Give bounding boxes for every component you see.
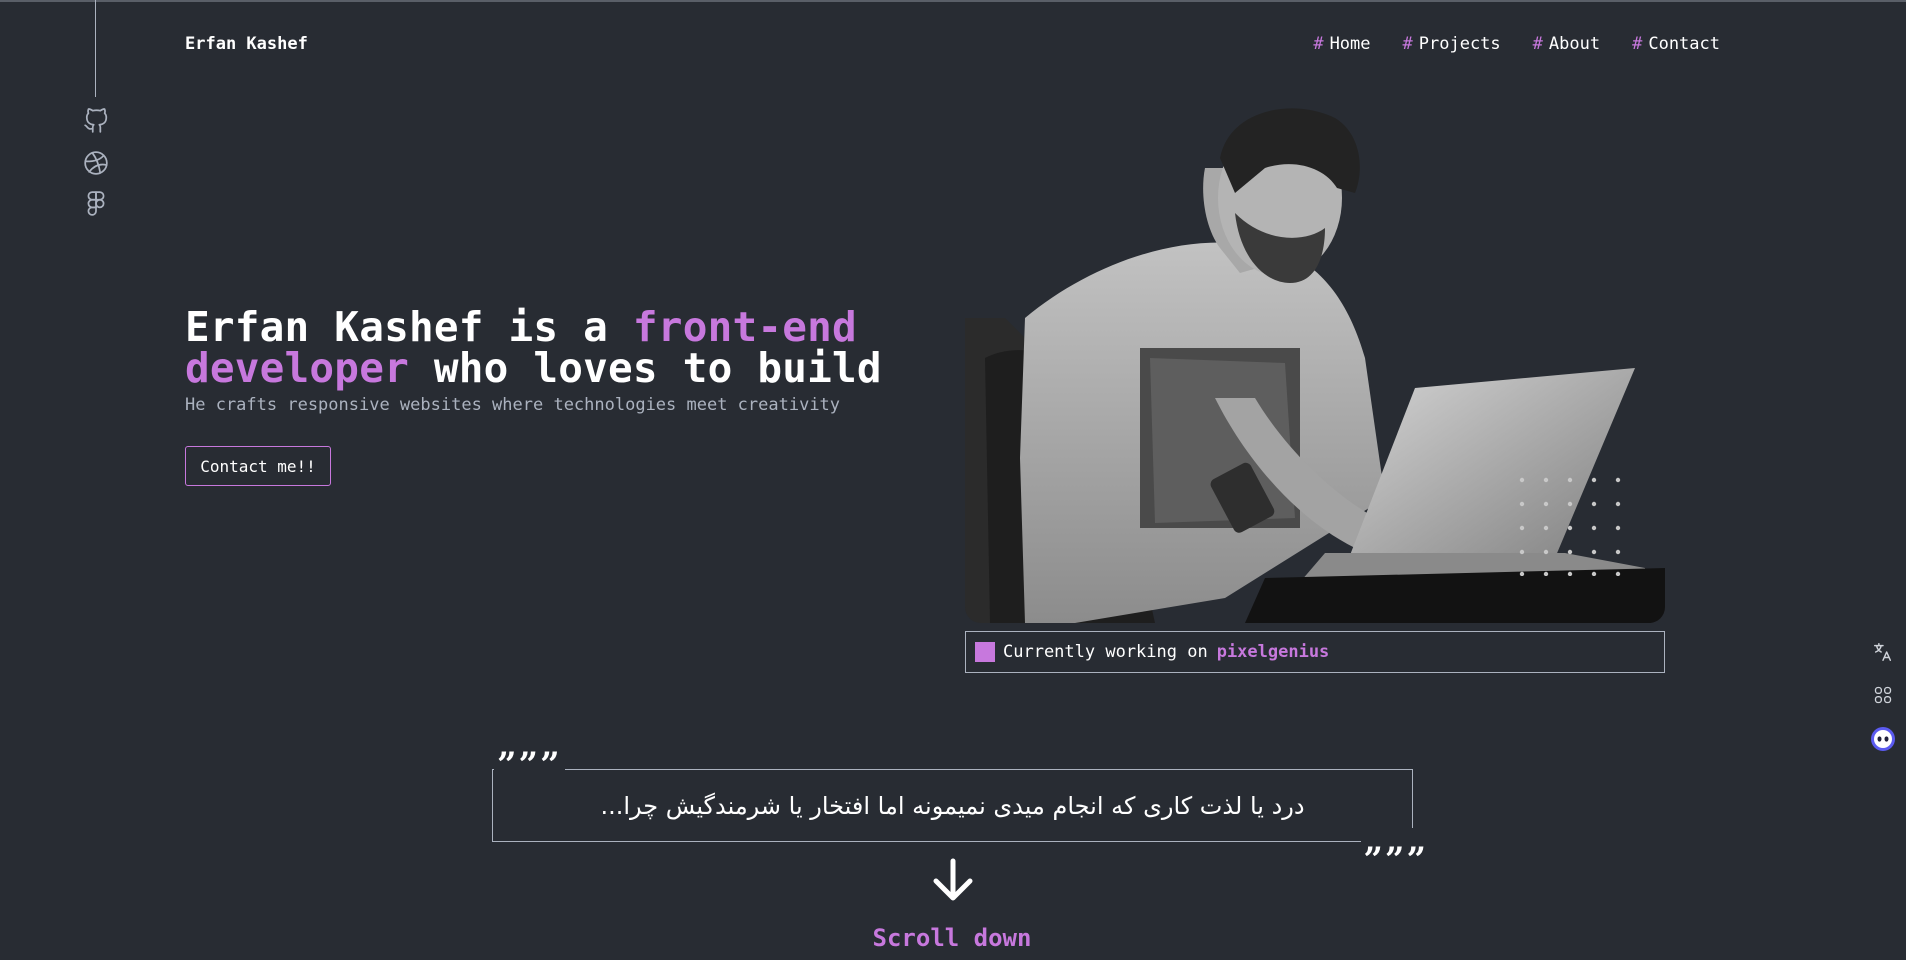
dribbble-icon[interactable] bbox=[81, 148, 111, 178]
translate-icon[interactable] bbox=[1868, 637, 1898, 667]
currently-working-status: Currently working on pixelgenius bbox=[965, 631, 1665, 673]
contact-me-button[interactable]: Contact me!! bbox=[185, 446, 331, 486]
window-top-border bbox=[0, 0, 1906, 2]
quote-text: درد یا لذت کاری که انجام میدی نمیمونه ام… bbox=[600, 791, 1305, 820]
hero-headline: Erfan Kashef is a front-end developer wh… bbox=[185, 307, 905, 389]
figma-icon[interactable] bbox=[81, 188, 111, 218]
nav-contact[interactable]: # Contact bbox=[1632, 34, 1720, 54]
decorative-dot-grid bbox=[1519, 477, 1621, 576]
nav-hash: # bbox=[1632, 34, 1643, 54]
nav-home-label: Home bbox=[1329, 34, 1371, 54]
site-logo[interactable]: Erfan Kashef bbox=[185, 34, 308, 54]
nav-hash: # bbox=[1313, 34, 1324, 54]
nav-about-label: About bbox=[1548, 34, 1601, 54]
nav-contact-label: Contact bbox=[1648, 34, 1720, 54]
nav-projects[interactable]: # Projects bbox=[1403, 34, 1501, 54]
nav-home[interactable]: # Home bbox=[1313, 34, 1370, 54]
scroll-down-label[interactable]: Scroll down bbox=[872, 924, 1032, 952]
arrow-down-icon[interactable] bbox=[930, 857, 976, 907]
status-label: Currently working on bbox=[1003, 642, 1208, 662]
apps-icon[interactable] bbox=[1868, 680, 1898, 710]
status-square bbox=[975, 642, 995, 662]
nav-about[interactable]: # About bbox=[1533, 34, 1600, 54]
nav-hash: # bbox=[1402, 34, 1413, 54]
quote-open-mark: ””” bbox=[494, 748, 565, 782]
main-nav: # Home # Projects # About # Contact bbox=[1313, 34, 1720, 54]
quote-close-mark: „„„ bbox=[1361, 824, 1432, 858]
social-rail-line bbox=[95, 0, 96, 97]
status-project-link[interactable]: pixelgenius bbox=[1217, 642, 1330, 662]
quote-box: درد یا لذت کاری که انجام میدی نمیمونه ام… bbox=[492, 769, 1413, 842]
github-icon[interactable] bbox=[81, 106, 111, 136]
nav-projects-label: Projects bbox=[1418, 34, 1501, 54]
nav-hash: # bbox=[1532, 34, 1543, 54]
hero-subline: He crafts responsive websites where tech… bbox=[185, 395, 841, 415]
assistant-icon[interactable] bbox=[1868, 724, 1898, 754]
headline-text-end: who loves to build bbox=[408, 344, 882, 393]
